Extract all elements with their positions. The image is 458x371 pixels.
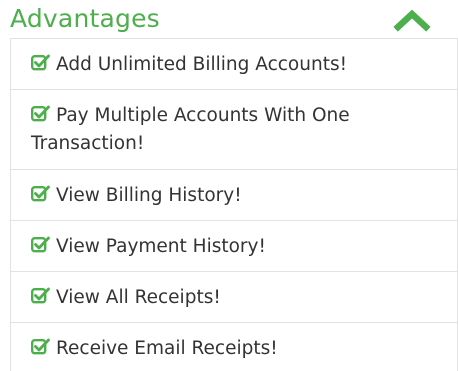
chevron-up-icon[interactable] [393,8,431,32]
advantages-list: Add Unlimited Billing Accounts! Pay Mult… [10,38,458,371]
item-label: View Billing History! [56,185,242,206]
list-item: Receive Email Receipts! [11,323,457,371]
check-square-icon [31,287,50,304]
list-item: View Payment History! [11,221,457,272]
check-square-icon [31,54,50,71]
panel-title: Advantages [10,4,160,33]
check-square-icon [31,338,50,355]
item-label: View All Receipts! [56,287,221,308]
panel-header: Advantages [0,0,458,38]
list-item: View All Receipts! [11,272,457,323]
check-square-icon [31,236,50,253]
item-label: Receive Email Receipts! [56,338,278,359]
item-label: Add Unlimited Billing Accounts! [56,54,348,75]
advantages-panel: Advantages Add Unlimited Billing Account… [0,0,458,371]
list-item: Pay Multiple Accounts With One Transacti… [11,90,457,170]
list-item: View Billing History! [11,170,457,221]
list-item: Add Unlimited Billing Accounts! [11,39,457,90]
item-label: View Payment History! [56,236,266,257]
check-square-icon [31,185,50,202]
check-square-icon [31,105,50,122]
item-label: Pay Multiple Accounts With One Transacti… [31,105,350,154]
